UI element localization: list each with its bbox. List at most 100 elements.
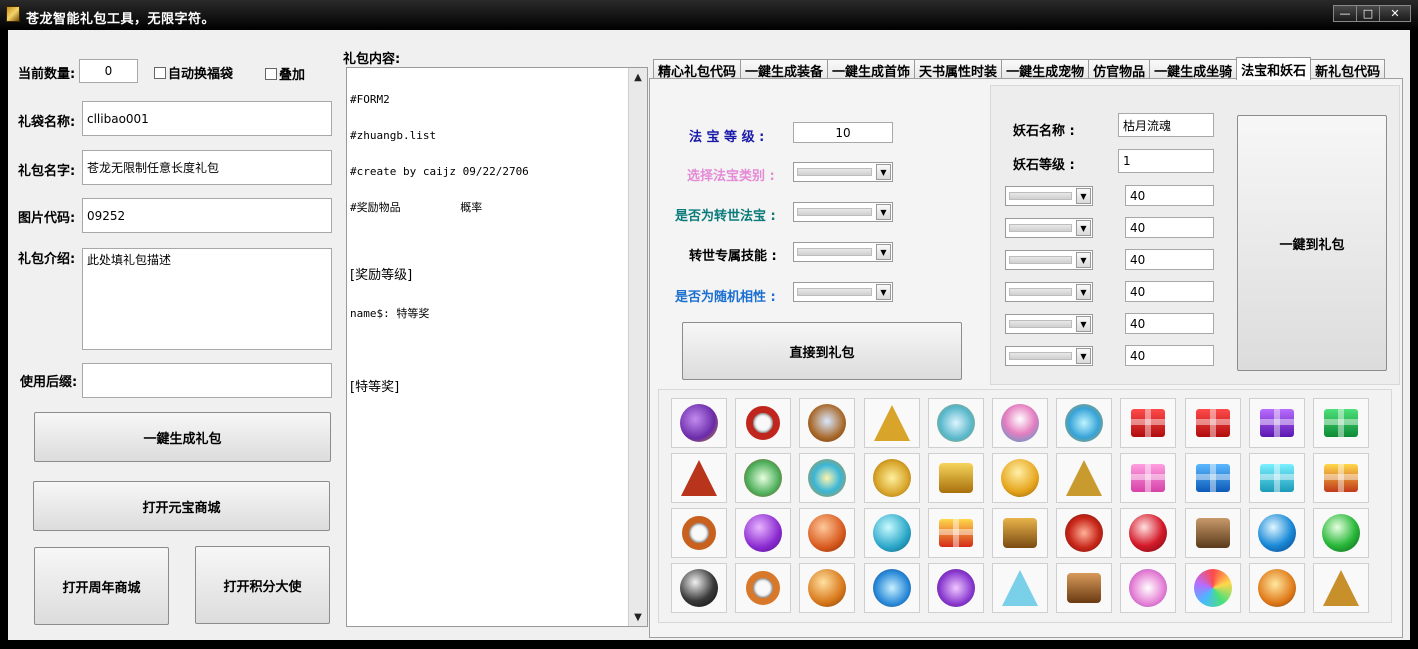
item-icon-cell[interactable]	[799, 508, 856, 558]
chevron-down-icon[interactable]: ▼	[1076, 284, 1091, 300]
quantity-input[interactable]: 0	[79, 59, 138, 83]
chevron-down-icon[interactable]: ▼	[876, 244, 891, 260]
yaoshi-attr-value[interactable]: 40	[1125, 217, 1214, 238]
tab-generate-equipment[interactable]: 一鍵生成装备	[740, 59, 829, 80]
yaoshi-attr-value[interactable]: 40	[1125, 281, 1214, 302]
tab-imitation-items[interactable]: 仿官物品	[1088, 59, 1151, 80]
item-icon-cell[interactable]	[863, 563, 920, 613]
tab-fabao-yaoshi[interactable]: 法宝和妖石	[1236, 57, 1312, 80]
yaoshi-attr-select[interactable]: ▼	[1005, 346, 1093, 366]
reborn-skill-select[interactable]: ▼	[793, 242, 893, 262]
item-icon-cell[interactable]	[1184, 563, 1241, 613]
scroll-up-icon[interactable]: ▲	[629, 68, 647, 86]
item-icon-cell[interactable]	[1184, 398, 1241, 448]
chevron-down-icon[interactable]: ▼	[1076, 220, 1091, 236]
item-icon-cell[interactable]	[1120, 398, 1177, 448]
item-icon-cell[interactable]	[863, 453, 920, 503]
title-bar[interactable]: 苍龙智能礼包工具，无限字符。 — □ ✕	[0, 0, 1418, 30]
stack-checkbox-box[interactable]	[265, 67, 277, 80]
item-icon-cell[interactable]	[799, 563, 856, 613]
fabao-type-select[interactable]: ▼	[793, 162, 893, 182]
item-icon-cell[interactable]	[735, 508, 792, 558]
random-affinity-select[interactable]: ▼	[793, 282, 893, 302]
item-icon-cell[interactable]	[735, 453, 792, 503]
item-icon-cell[interactable]	[927, 563, 984, 613]
item-icon-cell[interactable]	[1184, 508, 1241, 558]
tab-generate-jewelry[interactable]: 一鍵生成首饰	[827, 59, 916, 80]
item-icon-cell[interactable]	[1248, 563, 1305, 613]
item-icon-cell[interactable]	[735, 563, 792, 613]
image-code-input[interactable]: 09252	[82, 198, 332, 233]
fabao-reborn-select[interactable]: ▼	[793, 202, 893, 222]
auto-bag-checkbox[interactable]: 自动换福袋	[154, 63, 233, 82]
tab-tianshu-fashion[interactable]: 天书属性时装	[914, 59, 1003, 80]
item-icon-cell[interactable]	[1313, 453, 1369, 503]
tab-generate-mount[interactable]: 一鍵生成坐骑	[1149, 59, 1238, 80]
auto-bag-checkbox-box[interactable]	[154, 66, 166, 79]
yaoshi-to-pack-button[interactable]: 一鍵到礼包	[1237, 115, 1387, 371]
item-icon-cell[interactable]	[1184, 453, 1241, 503]
bag-name-input[interactable]: cllibao001	[82, 101, 332, 136]
chevron-down-icon[interactable]: ▼	[876, 164, 891, 180]
yaoshi-attr-select[interactable]: ▼	[1005, 250, 1093, 270]
chevron-down-icon[interactable]: ▼	[876, 204, 891, 220]
stack-checkbox[interactable]: 叠加	[265, 64, 305, 83]
yaoshi-attr-value[interactable]: 40	[1125, 249, 1214, 270]
content-scrollbar[interactable]: ▲ ▼	[628, 68, 647, 626]
yaoshi-attr-value[interactable]: 40	[1125, 313, 1214, 334]
item-icon-cell[interactable]	[1056, 563, 1113, 613]
yaoshi-attr-value[interactable]: 40	[1125, 345, 1214, 366]
open-yuanbao-shop-button[interactable]: 打开元宝商城	[33, 481, 330, 531]
item-icon-cell[interactable]	[1248, 453, 1305, 503]
item-icon-cell[interactable]	[1120, 563, 1177, 613]
item-icon-cell[interactable]	[1120, 453, 1177, 503]
direct-to-pack-button[interactable]: 直接到礼包	[682, 322, 962, 380]
yaoshi-attr-select[interactable]: ▼	[1005, 218, 1093, 238]
item-icon-cell[interactable]	[799, 453, 856, 503]
open-points-envoy-button[interactable]: 打开积分大使	[195, 546, 330, 624]
item-icon-cell[interactable]	[671, 453, 727, 503]
pack-name-input[interactable]: 苍龙无限制任意长度礼包	[82, 150, 332, 185]
suffix-input[interactable]	[82, 363, 332, 398]
description-textarea[interactable]: 此处填礼包描述	[82, 248, 332, 350]
chevron-down-icon[interactable]: ▼	[1076, 316, 1091, 332]
item-icon-cell[interactable]	[863, 398, 920, 448]
yaoshi-attr-select[interactable]: ▼	[1005, 314, 1093, 334]
generate-pack-button[interactable]: 一鍵生成礼包	[34, 412, 331, 462]
yaoshi-attr-value[interactable]: 40	[1125, 185, 1214, 206]
chevron-down-icon[interactable]: ▼	[876, 284, 891, 300]
maximize-button[interactable]: □	[1356, 5, 1380, 22]
open-anniversary-shop-button[interactable]: 打开周年商城	[34, 547, 169, 625]
item-icon-cell[interactable]	[1313, 508, 1369, 558]
item-icon-cell[interactable]	[671, 398, 727, 448]
minimize-button[interactable]: —	[1333, 5, 1357, 22]
item-icon-cell[interactable]	[927, 453, 984, 503]
item-icon-cell[interactable]	[992, 563, 1048, 613]
item-icon-cell[interactable]	[927, 508, 984, 558]
item-icon-cell[interactable]	[927, 398, 984, 448]
item-icon-cell[interactable]	[1248, 508, 1305, 558]
item-icon-cell[interactable]	[992, 508, 1048, 558]
tab-crafted-pack-code[interactable]: 精心礼包代码	[653, 59, 742, 80]
yaoshi-level-input[interactable]: 1	[1118, 149, 1214, 173]
item-icon-cell[interactable]	[1120, 508, 1177, 558]
yaoshi-attr-select[interactable]: ▼	[1005, 186, 1093, 206]
item-icon-cell[interactable]	[671, 563, 727, 613]
item-icon-cell[interactable]	[1313, 398, 1369, 448]
item-icon-cell[interactable]	[671, 508, 727, 558]
yaoshi-name-input[interactable]: 枯月流魂	[1118, 113, 1214, 137]
tab-generate-pet[interactable]: 一鍵生成宠物	[1001, 59, 1090, 80]
item-icon-cell[interactable]	[1056, 508, 1113, 558]
item-icon-cell[interactable]	[1056, 398, 1113, 448]
item-icon-cell[interactable]	[1313, 563, 1369, 613]
scroll-down-icon[interactable]: ▼	[629, 608, 647, 626]
item-icon-cell[interactable]	[799, 398, 856, 448]
item-icon-cell[interactable]	[992, 453, 1048, 503]
chevron-down-icon[interactable]: ▼	[1076, 348, 1091, 364]
yaoshi-attr-select[interactable]: ▼	[1005, 282, 1093, 302]
item-icon-cell[interactable]	[1056, 453, 1113, 503]
item-icon-cell[interactable]	[735, 398, 792, 448]
item-icon-cell[interactable]	[863, 508, 920, 558]
item-icon-cell[interactable]	[992, 398, 1048, 448]
chevron-down-icon[interactable]: ▼	[1076, 252, 1091, 268]
